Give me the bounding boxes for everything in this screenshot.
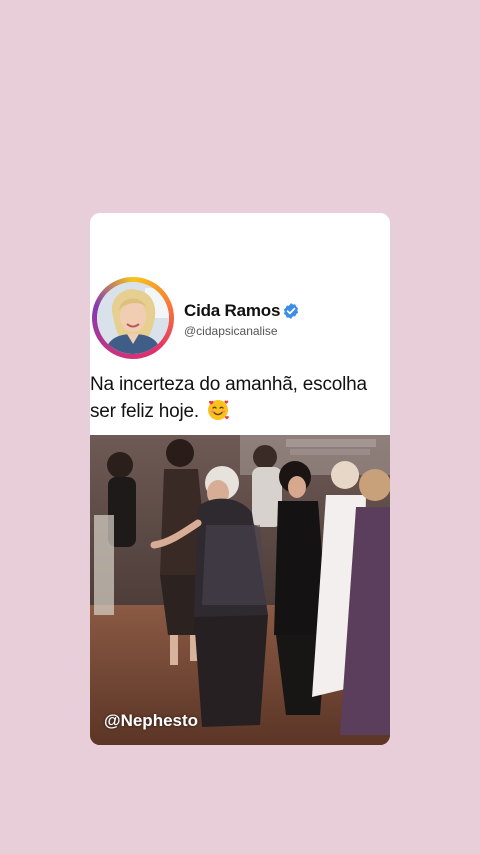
author-name[interactable]: Cida Ramos (184, 301, 280, 321)
video-watermark: @Nephesto (104, 711, 199, 730)
video-player[interactable]: @Nephesto (90, 435, 390, 745)
post-text: Na incerteza do amanhã, escolha ser feli… (90, 372, 390, 425)
author-name-row: Cida Ramos (184, 301, 300, 321)
author-info: Cida Ramos @cidapsicanalise (184, 301, 300, 338)
video-frame (90, 435, 390, 745)
avatar-photo (97, 282, 169, 354)
story-ring[interactable] (92, 277, 174, 359)
avatar[interactable] (97, 282, 169, 354)
verified-badge-icon (282, 302, 300, 320)
post-header: Cida Ramos @cidapsicanalise (90, 275, 390, 365)
author-handle[interactable]: @cidapsicanalise (184, 324, 300, 338)
smiling-face-with-hearts-icon (206, 398, 230, 422)
post-card: Cida Ramos @cidapsicanalise Na incerteza… (90, 213, 390, 745)
